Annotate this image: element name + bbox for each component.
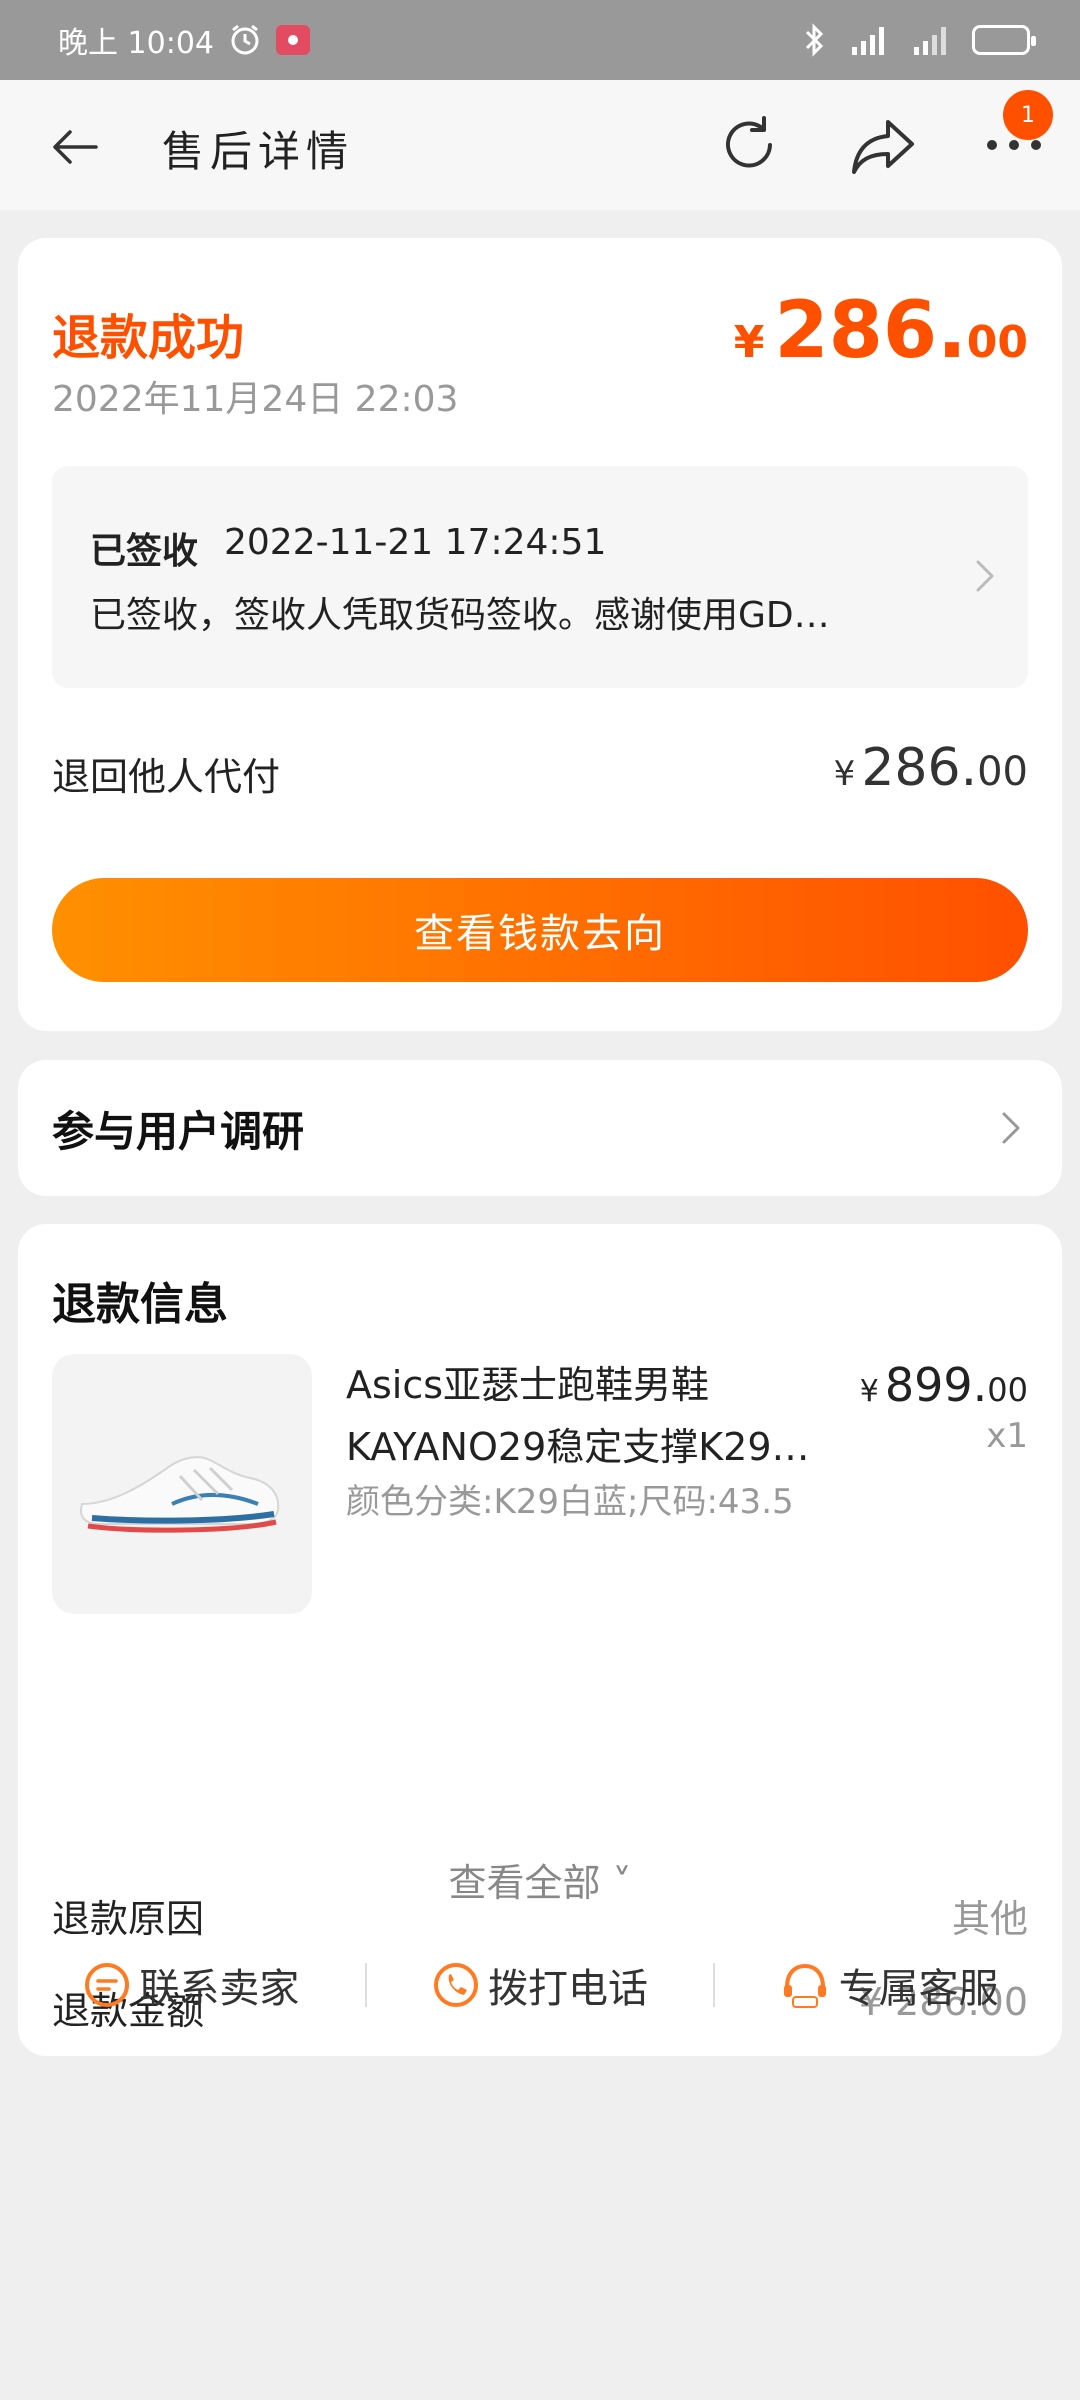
product-quantity: x1 (986, 1416, 1028, 1456)
view-money-flow-button[interactable]: 查看钱款去向 (52, 878, 1028, 982)
exclusive-service-label: 专属客服 (838, 1966, 999, 2012)
battery-icon (972, 25, 1036, 55)
chevron-right-icon (976, 560, 994, 592)
product-name-line1: Asics亚瑟士跑鞋男鞋 (346, 1363, 710, 1407)
currency-symbol: ¥ (859, 1374, 879, 1409)
refund-info-title: 退款信息 (52, 1279, 228, 1330)
page-title: 售后详情 (162, 127, 355, 176)
share-icon[interactable] (850, 116, 916, 176)
refund-time: 2022年11月24日 22:03 (52, 379, 459, 420)
bluetooth-icon (805, 23, 824, 57)
signal-5g-icon (914, 27, 946, 55)
price-decimal: 00 (987, 1371, 1028, 1409)
survey-card[interactable]: 参与用户调研 (18, 1060, 1062, 1196)
running-shoe-icon (80, 1456, 280, 1533)
status-left: 晚上 10:04 (58, 18, 310, 62)
return-label: 退回他人代付 (52, 755, 281, 799)
back-arrow-icon[interactable] (50, 122, 100, 172)
refund-status-title: 退款成功 (52, 310, 245, 366)
amount-decimal: 00 (966, 317, 1028, 368)
chat-icon (85, 1963, 130, 2007)
signal-4g-icon (852, 27, 884, 55)
price-integer: 899. (884, 1358, 988, 1412)
logistics-status: 已签收 (90, 531, 199, 572)
product-name[interactable]: Asics亚瑟士跑鞋男鞋 KAYANO29稳定支撑K29… (346, 1354, 826, 1478)
refund-info-footer: 查看全部 ˅ 联系卖家 拨打电话 专属客服 (18, 1830, 1062, 2056)
call-phone-label: 拨打电话 (488, 1966, 648, 2012)
notification-badge: 1 (1003, 90, 1053, 140)
exclusive-service-button[interactable]: 专属客服 (715, 1956, 1062, 2014)
contact-seller-label: 联系卖家 (139, 1966, 300, 2012)
action-bar: 联系卖家 拨打电话 专属客服 (18, 1950, 1062, 2020)
product-name-line2: KAYANO29稳定支撑K29… (346, 1425, 810, 1469)
status-bar: 晚上 10:04 (0, 0, 1080, 80)
logistics-description: 已签收，签收人凭取货码签收。感谢使用GD… (90, 595, 830, 636)
view-all-link[interactable]: 查看全部 ˅ (18, 1852, 1062, 1907)
refresh-icon[interactable] (718, 114, 780, 176)
call-phone-button[interactable]: 拨打电话 (367, 1956, 714, 2014)
headset-icon (783, 1963, 826, 2008)
nav-bar: 售后详情 1 (0, 80, 1080, 210)
amount-integer: 286. (861, 738, 978, 798)
refund-amount: ¥ 286. 00 (734, 286, 1028, 376)
product-image[interactable] (52, 1354, 312, 1614)
product-spec: 颜色分类:K29白蓝;尺码:43.5 (346, 1482, 794, 1522)
logistics-panel[interactable]: 已签收 2022-11-21 17:24:51 已签收，签收人凭取货码签收。感谢… (52, 466, 1028, 688)
currency-symbol: ¥ (833, 754, 856, 794)
currency-symbol: ¥ (733, 317, 765, 368)
status-time: 晚上 10:04 (58, 26, 214, 61)
logistics-time: 2022-11-21 17:24:51 (224, 522, 607, 563)
chevron-right-icon (1002, 1112, 1020, 1144)
phone-icon (434, 1963, 478, 2007)
return-amount: ¥ 286. 00 (834, 738, 1028, 798)
status-right (804, 23, 1036, 57)
product-price: ¥ 899. 00 (860, 1358, 1028, 1412)
contact-seller-button[interactable]: 联系卖家 (18, 1956, 365, 2014)
refund-status-card: 退款成功 ¥ 286. 00 2022年11月24日 22:03 已签收 202… (18, 238, 1062, 1031)
screen-record-icon (276, 25, 310, 55)
alarm-icon (231, 24, 259, 55)
survey-label: 参与用户调研 (52, 1107, 305, 1156)
amount-integer: 286. (774, 286, 967, 376)
amount-decimal: 00 (977, 749, 1028, 795)
